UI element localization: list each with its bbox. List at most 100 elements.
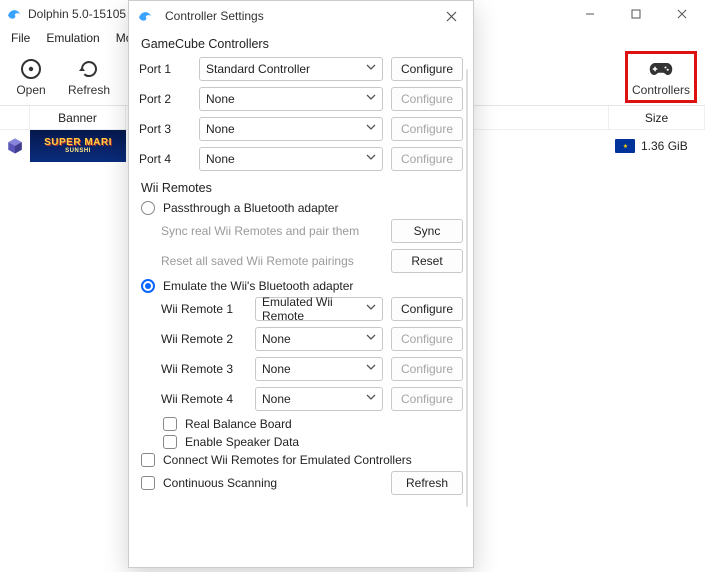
reset-row: Reset all saved Wii Remote pairings Rese… — [161, 249, 463, 273]
gc-port2-select[interactable]: None — [199, 87, 383, 111]
close-main-button[interactable] — [659, 0, 705, 28]
real-balance-check[interactable]: Real Balance Board — [163, 417, 463, 431]
radio-emulate-label: Emulate the Wii's Bluetooth adapter — [163, 279, 353, 293]
dialog-title-text: Controller Settings — [165, 9, 264, 23]
wii-remote4-row: Wii Remote 4 None Configure — [161, 387, 463, 411]
wii-remote4-label: Wii Remote 4 — [161, 392, 247, 406]
checkbox-icon[interactable] — [141, 476, 155, 490]
real-balance-label: Real Balance Board — [185, 417, 292, 431]
gc-port3-row: Port 3 None Configure — [139, 117, 463, 141]
gamecube-heading: GameCube Controllers — [141, 37, 463, 51]
dialog-close-button[interactable] — [429, 1, 473, 31]
wii-remote1-row: Wii Remote 1 Emulated Wii Remote Configu… — [161, 297, 463, 321]
wii-remote2-configure[interactable]: Configure — [391, 327, 463, 351]
menu-emulation[interactable]: Emulation — [39, 30, 106, 46]
refresh-icon — [77, 57, 101, 83]
radio-passthrough[interactable]: Passthrough a Bluetooth adapter — [141, 201, 463, 215]
gc-port4-select[interactable]: None — [199, 147, 383, 171]
game-size: 1.36 GiB — [641, 139, 688, 153]
chevron-down-icon — [366, 152, 376, 162]
gc-port1-label: Port 1 — [139, 62, 191, 76]
reset-button[interactable]: Reset — [391, 249, 463, 273]
speaker-data-label: Enable Speaker Data — [185, 435, 299, 449]
sync-row: Sync real Wii Remotes and pair them Sync — [161, 219, 463, 243]
wii-heading: Wii Remotes — [141, 181, 463, 195]
gc-port2-label: Port 2 — [139, 92, 191, 106]
connect-emulated-label: Connect Wii Remotes for Emulated Control… — [163, 453, 412, 467]
continuous-scan-row: Continuous Scanning Refresh — [141, 471, 463, 495]
sync-button[interactable]: Sync — [391, 219, 463, 243]
speaker-data-check[interactable]: Enable Speaker Data — [163, 435, 463, 449]
gc-port4-row: Port 4 None Configure — [139, 147, 463, 171]
chevron-down-icon — [366, 302, 376, 312]
gc-port1-select[interactable]: Standard Controller — [199, 57, 383, 81]
wii-remote3-select[interactable]: None — [255, 357, 383, 381]
dialog-titlebar: Controller Settings — [129, 1, 473, 31]
refresh-label: Refresh — [68, 83, 110, 97]
maximize-button[interactable] — [613, 0, 659, 28]
radio-passthrough-label: Passthrough a Bluetooth adapter — [163, 201, 338, 215]
chevron-down-icon — [366, 392, 376, 402]
checkbox-icon — [163, 435, 177, 449]
controllers-button[interactable]: Controllers — [625, 51, 697, 103]
chevron-down-icon — [366, 362, 376, 372]
chevron-down-icon — [366, 332, 376, 342]
dolphin-logo-icon — [6, 6, 28, 22]
sync-text: Sync real Wii Remotes and pair them — [161, 224, 383, 238]
wii-remote3-label: Wii Remote 3 — [161, 362, 247, 376]
checkbox-icon — [163, 417, 177, 431]
open-label: Open — [16, 83, 45, 97]
wii-remote3-configure[interactable]: Configure — [391, 357, 463, 381]
gc-port1-row: Port 1 Standard Controller Configure — [139, 57, 463, 81]
wii-remote3-row: Wii Remote 3 None Configure — [161, 357, 463, 381]
gc-port3-label: Port 3 — [139, 122, 191, 136]
gc-port2-row: Port 2 None Configure — [139, 87, 463, 111]
reset-text: Reset all saved Wii Remote pairings — [161, 254, 383, 268]
main-window-title: Dolphin 5.0-15105 — [28, 7, 126, 21]
chevron-down-icon — [366, 92, 376, 102]
wii-remote2-select[interactable]: None — [255, 327, 383, 351]
eu-flag-icon — [615, 139, 635, 153]
chevron-down-icon — [366, 62, 376, 72]
gc-port3-select[interactable]: None — [199, 117, 383, 141]
controllers-label: Controllers — [632, 83, 690, 97]
wii-refresh-button[interactable]: Refresh — [391, 471, 463, 495]
wii-remote1-select[interactable]: Emulated Wii Remote — [255, 297, 383, 321]
gamecube-icon — [6, 137, 24, 155]
wii-remote4-select[interactable]: None — [255, 387, 383, 411]
chevron-down-icon — [366, 122, 376, 132]
radio-icon — [141, 279, 155, 293]
game-banner: SUPER MARI SUNSHI — [30, 130, 126, 162]
wii-remote2-row: Wii Remote 2 None Configure — [161, 327, 463, 351]
gc-port2-configure[interactable]: Configure — [391, 87, 463, 111]
wii-remote1-label: Wii Remote 1 — [161, 302, 247, 316]
main-window-controls — [567, 0, 705, 28]
col-size[interactable]: Size — [609, 106, 705, 129]
wii-remote4-configure[interactable]: Configure — [391, 387, 463, 411]
continuous-scan-label[interactable]: Continuous Scanning — [163, 476, 383, 490]
gc-port4-configure[interactable]: Configure — [391, 147, 463, 171]
col-platform[interactable] — [0, 106, 30, 129]
wii-remote1-configure[interactable]: Configure — [391, 297, 463, 321]
col-banner[interactable]: Banner — [30, 106, 126, 129]
game-size-cell: 1.36 GiB — [609, 139, 705, 153]
dialog-scrollbar[interactable] — [466, 69, 468, 507]
dialog-body: GameCube Controllers Port 1 Standard Con… — [129, 31, 473, 567]
gc-port4-label: Port 4 — [139, 152, 191, 166]
menu-file[interactable]: File — [4, 30, 37, 46]
gamepad-icon — [649, 57, 673, 83]
radio-icon — [141, 201, 155, 215]
controller-settings-dialog: Controller Settings GameCube Controllers… — [128, 0, 474, 568]
refresh-button[interactable]: Refresh — [60, 51, 118, 103]
radio-emulate[interactable]: Emulate the Wii's Bluetooth adapter — [141, 279, 463, 293]
checkbox-icon — [141, 453, 155, 467]
gc-port1-configure[interactable]: Configure — [391, 57, 463, 81]
open-button[interactable]: Open — [2, 51, 60, 103]
connect-emulated-check[interactable]: Connect Wii Remotes for Emulated Control… — [141, 453, 463, 467]
gc-port3-configure[interactable]: Configure — [391, 117, 463, 141]
minimize-button[interactable] — [567, 0, 613, 28]
wii-remote2-label: Wii Remote 2 — [161, 332, 247, 346]
dolphin-logo-icon — [137, 8, 159, 24]
platform-cell — [0, 137, 30, 155]
disc-icon — [19, 57, 43, 83]
